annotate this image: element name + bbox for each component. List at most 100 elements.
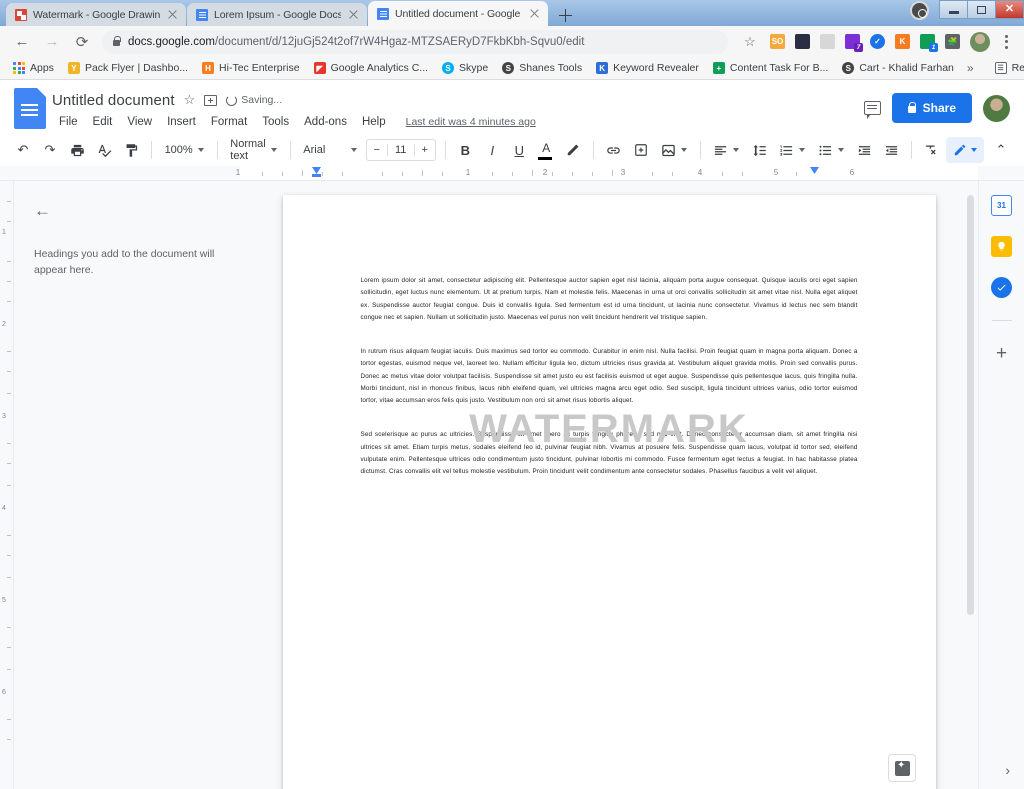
add-comment-icon[interactable]	[628, 137, 654, 163]
paint-format-icon[interactable]	[118, 137, 144, 163]
bold-button[interactable]: B	[452, 137, 478, 163]
new-tab-button[interactable]	[552, 4, 578, 26]
bookmark-item[interactable]: + Content Task For B...	[706, 60, 835, 76]
google-keep-icon[interactable]	[991, 236, 1012, 257]
account-avatar[interactable]	[983, 94, 1010, 122]
menu-edit[interactable]: Edit	[86, 114, 120, 130]
collapse-toolbar-icon[interactable]: ⌃	[988, 137, 1014, 163]
address-bar[interactable]: docs.google.com/document/d/12juGj524t2of…	[102, 29, 728, 54]
underline-button[interactable]: U	[506, 137, 532, 163]
paragraph-style-dropdown[interactable]: Normal text	[224, 137, 282, 163]
font-size-increase[interactable]: +	[415, 144, 435, 156]
close-icon[interactable]	[528, 7, 541, 20]
ahrefs-extension-icon[interactable]	[820, 34, 835, 49]
browser-tab-active[interactable]: Untitled document - Google Doc	[368, 1, 548, 26]
document-outline-panel: ← Headings you add to the document will …	[14, 181, 240, 789]
menu-insert[interactable]: Insert	[160, 114, 203, 130]
forward-icon[interactable]: →	[38, 28, 66, 56]
line-spacing-icon[interactable]	[746, 137, 772, 163]
last-edit-label[interactable]: Last edit was 4 minutes ago	[406, 116, 536, 128]
browser-tab[interactable]: Watermark - Google Drawings	[6, 3, 186, 26]
font-size-value[interactable]: 11	[386, 144, 415, 156]
spell-check-icon[interactable]	[91, 137, 117, 163]
bulleted-list-dropdown[interactable]	[812, 137, 850, 163]
menu-addons[interactable]: Add-ons	[297, 114, 354, 130]
close-window-button[interactable]: ✕	[995, 0, 1024, 19]
document-scrollbar[interactable]	[967, 195, 974, 615]
browser-navbar: ← → ⟳ docs.google.com/document/d/12juGj5…	[0, 26, 1024, 57]
minimize-button[interactable]	[939, 0, 968, 19]
bookmark-item[interactable]: ◤ Google Analytics C...	[307, 60, 435, 76]
editing-mode-dropdown[interactable]	[946, 137, 984, 163]
ruler-number: 4	[697, 168, 703, 177]
menu-tools[interactable]: Tools	[255, 114, 296, 130]
google-docs-icon[interactable]	[14, 88, 46, 129]
paragraph[interactable]: Sed scelerisque ac purus ac ultricies. S…	[361, 429, 858, 478]
document-canvas[interactable]: Lorem ipsum dolor sit amet, consectetur …	[240, 181, 978, 789]
reload-icon[interactable]: ⟳	[68, 28, 96, 56]
explore-button[interactable]	[888, 754, 916, 782]
bookmark-star-icon[interactable]: ☆	[736, 28, 764, 56]
reading-list-button[interactable]: ☰ Reading list	[988, 60, 1024, 76]
bookmark-item[interactable]: S Shanes Tools	[495, 60, 589, 76]
horizontal-ruler[interactable]: 1 1 2 3 4 5 6	[0, 166, 1024, 181]
font-size-decrease[interactable]: −	[367, 144, 387, 156]
bookmark-apps[interactable]: Apps	[6, 60, 61, 76]
maximize-button[interactable]	[967, 0, 996, 19]
seo-extension-icon[interactable]: SO	[770, 34, 785, 49]
menu-file[interactable]: File	[52, 114, 85, 130]
google-tasks-icon[interactable]	[991, 277, 1012, 298]
italic-button[interactable]: I	[479, 137, 505, 163]
document-title[interactable]: Untitled document	[52, 92, 175, 109]
decrease-indent-icon[interactable]	[851, 137, 877, 163]
grammarly-extension-icon[interactable]: ✓	[870, 34, 885, 49]
move-to-folder-icon[interactable]	[204, 94, 218, 106]
increase-indent-icon[interactable]	[878, 137, 904, 163]
puzzle-extensions-icon[interactable]: 🧩	[945, 34, 960, 49]
paragraph[interactable]: In rutrum risus aliquam feugiat iaculis.…	[361, 346, 858, 407]
bookmark-item[interactable]: S Cart - Khalid Farhan	[835, 60, 961, 76]
google-calendar-icon[interactable]: 31	[991, 195, 1012, 216]
first-line-indent-marker[interactable]	[312, 174, 321, 177]
comment-history-icon[interactable]	[863, 101, 881, 119]
browser-tab[interactable]: Lorem Ipsum - Google Docs	[187, 3, 367, 26]
close-icon[interactable]	[166, 8, 179, 21]
star-icon[interactable]: ☆	[184, 92, 196, 108]
bookmark-item[interactable]: K Keyword Revealer	[589, 60, 706, 76]
moz-extension-icon[interactable]	[795, 34, 810, 49]
insert-image-dropdown[interactable]	[655, 137, 693, 163]
window-account-button[interactable]	[910, 1, 929, 20]
back-icon[interactable]: ←	[8, 28, 36, 56]
diigo-extension-icon[interactable]: 7	[845, 34, 863, 52]
text-color-button[interactable]: A	[533, 137, 559, 163]
font-dropdown[interactable]: Arial	[297, 137, 362, 163]
zoom-dropdown[interactable]: 100%	[159, 137, 210, 163]
paragraph[interactable]: Lorem ipsum dolor sit amet, consectetur …	[361, 275, 858, 324]
close-outline-icon[interactable]: ←	[34, 201, 218, 221]
print-icon[interactable]	[64, 137, 90, 163]
insert-link-icon[interactable]	[601, 137, 627, 163]
keywords-everywhere-icon[interactable]: K	[895, 34, 910, 49]
clear-formatting-icon[interactable]	[919, 137, 945, 163]
menu-format[interactable]: Format	[204, 114, 254, 130]
undo-icon[interactable]: ↶	[10, 137, 36, 163]
document-page[interactable]: Lorem ipsum dolor sit amet, consectetur …	[282, 195, 936, 789]
bookmarks-overflow-icon[interactable]: »	[961, 61, 980, 75]
numbered-list-dropdown[interactable]	[773, 137, 811, 163]
bookmark-item[interactable]: H Hi-Tec Enterprise	[195, 60, 307, 76]
menu-help[interactable]: Help	[355, 114, 393, 130]
menu-view[interactable]: View	[120, 114, 159, 130]
close-icon[interactable]	[347, 8, 360, 21]
share-button[interactable]: Share	[891, 93, 972, 123]
highlight-icon[interactable]	[560, 137, 586, 163]
expand-sidebar-icon[interactable]: ›	[1005, 762, 1010, 778]
browser-menu-icon[interactable]	[996, 34, 1016, 49]
align-dropdown[interactable]	[707, 137, 745, 163]
bookmark-item[interactable]: S Skype	[435, 60, 495, 76]
redo-icon[interactable]: ↷	[37, 137, 63, 163]
profile-avatar[interactable]	[970, 31, 990, 52]
add-addon-icon[interactable]: +	[996, 343, 1007, 365]
sync-icon	[226, 94, 238, 106]
bookmark-item[interactable]: Y Pack Flyer | Dashbo...	[61, 60, 195, 76]
sheets-extension-icon[interactable]: 1	[920, 34, 938, 52]
